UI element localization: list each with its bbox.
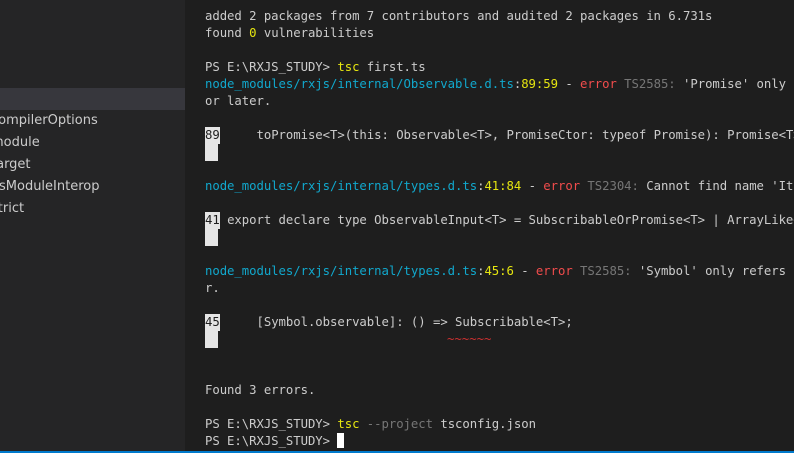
error-file-link: node_modules/rxjs/internal/types.d.ts bbox=[205, 264, 478, 278]
error-2-header: node_modules/rxjs/internal/types.d.ts:41… bbox=[205, 179, 794, 193]
terminal-cursor bbox=[337, 433, 345, 448]
outline-item-target[interactable]: target bbox=[0, 154, 31, 176]
prompt-line-1: PS E:\RXJS_STUDY> tsc first.ts bbox=[205, 60, 426, 74]
error-2-source: 41 export declare type ObservableInput<T… bbox=[205, 212, 794, 229]
error-file-link: node_modules/rxjs/internal/types.d.ts bbox=[205, 179, 478, 193]
error-3-continuation: r. bbox=[205, 281, 220, 295]
error-file-link: node_modules/rxjs/internal/Observable.d.… bbox=[205, 77, 514, 91]
prompt-line-3: PS E:\RXJS_STUDY> bbox=[205, 433, 345, 450]
selected-row-highlight bbox=[0, 88, 185, 110]
error-1-header: node_modules/rxjs/internal/Observable.d.… bbox=[205, 77, 794, 91]
error-1-source: 89 toPromise<T>(this: Observable<T>, Pro… bbox=[205, 127, 794, 144]
npm-output-line: added 2 packages from 7 contributors and… bbox=[205, 9, 713, 23]
prompt-line-2: PS E:\RXJS_STUDY> tsc --project tsconfig… bbox=[205, 417, 536, 431]
error-1-continuation: or later. bbox=[205, 94, 272, 108]
terminal-panel[interactable]: added 2 packages from 7 contributors and… bbox=[185, 0, 794, 453]
error-3-source: 45 [Symbol.observable]: () => Subscribab… bbox=[205, 314, 573, 331]
error-3-squiggle: ~~~~~~ bbox=[447, 332, 492, 346]
outline-item-esmoduleinterop[interactable]: esModuleInterop bbox=[0, 176, 99, 198]
vulnerabilities-line: found 0 vulnerabilities bbox=[205, 26, 375, 40]
error-3-header: node_modules/rxjs/internal/types.d.ts:45… bbox=[205, 264, 794, 278]
outline-item-strict[interactable]: strict bbox=[0, 198, 24, 220]
explorer-sidebar: compilerOptions module target esModuleIn… bbox=[0, 0, 185, 453]
outline-item-compileroptions[interactable]: compilerOptions bbox=[0, 110, 98, 132]
outline-item-module[interactable]: module bbox=[0, 132, 40, 154]
error-summary: Found 3 errors. bbox=[205, 383, 316, 397]
